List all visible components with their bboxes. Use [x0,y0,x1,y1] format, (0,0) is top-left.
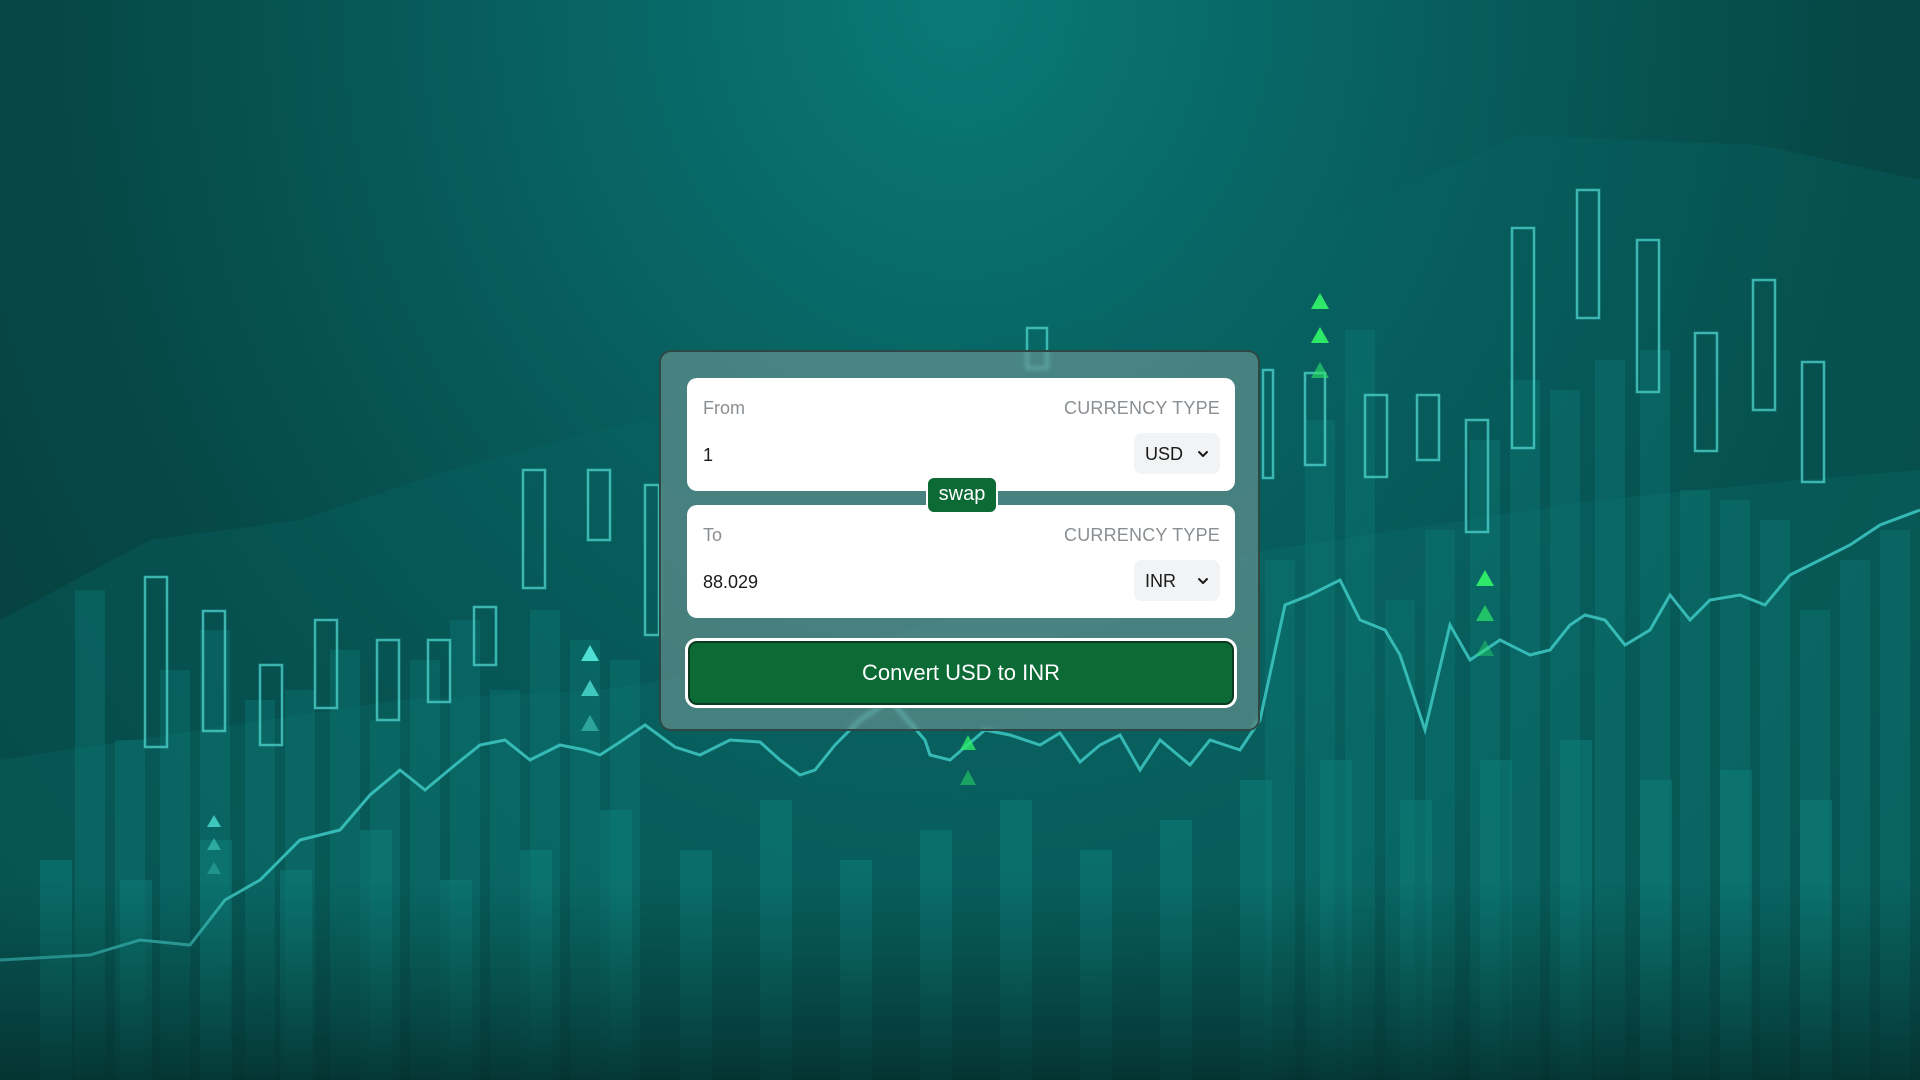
swap-button[interactable]: swap [926,476,998,514]
from-amount-input[interactable] [703,440,1083,470]
from-panel: From CURRENCY TYPE USD [687,378,1235,491]
from-currency-value: USD [1145,444,1184,464]
chevron-down-icon [1198,451,1208,457]
currency-converter-card: From CURRENCY TYPE USD To CURRENCY TYPE … [659,350,1260,731]
convert-button[interactable]: Convert USD to INR [685,638,1237,708]
from-currency-type-label: CURRENCY TYPE [1064,398,1220,418]
to-currency-type-label: CURRENCY TYPE [1064,525,1220,545]
from-label: From [703,398,745,418]
to-label: To [703,525,723,545]
chevron-down-icon [1198,578,1208,584]
to-amount-input[interactable] [703,567,1083,597]
to-currency-value: INR [1145,571,1176,591]
to-panel: To CURRENCY TYPE INR [687,505,1235,618]
to-currency-select[interactable]: INR [1134,560,1220,601]
from-currency-select[interactable]: USD [1134,433,1220,474]
